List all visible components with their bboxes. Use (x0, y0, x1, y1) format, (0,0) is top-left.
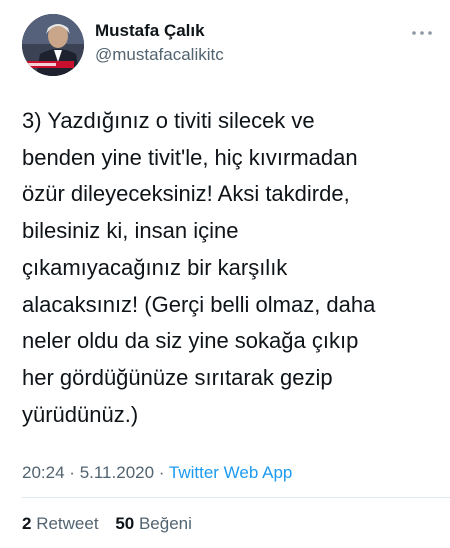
likes-count: 50 (115, 514, 135, 533)
tweet-stats: 2 Retweet 50 Beğeni (22, 513, 204, 535)
display-name[interactable]: Mustafa Çalık (95, 20, 224, 42)
tweet-text-line: 3) Yazdığınız o tiviti silecek ve (22, 108, 315, 133)
user-info: Mustafa Çalık @mustafacalikitc (95, 20, 224, 66)
meta-separator: · (158, 463, 165, 482)
retweets-label: Retweet (36, 514, 99, 533)
more-options-button[interactable] (410, 26, 434, 38)
profile-photo-icon (22, 14, 84, 76)
tweet-date[interactable]: 5.11.2020 (80, 463, 154, 482)
tweet-text: 3) Yazdığınız o tiviti silecek ve benden… (22, 103, 432, 433)
tweet-meta: 20:24 · 5.11.2020 · Twitter Web App (22, 462, 292, 484)
retweets-stat[interactable]: 2 Retweet (22, 514, 99, 533)
tweet-text-line: neler oldu da siz yine sokağa çıkıp (22, 328, 359, 354)
avatar[interactable] (22, 14, 84, 76)
tweet-text-line: benden yine tivit'le, hiç kıvırmadan (22, 144, 358, 170)
tweet-text-line: bilesiniz ki, insan içine (22, 218, 239, 244)
divider (22, 497, 450, 498)
tweet-source-link[interactable]: Twitter Web App (169, 463, 292, 482)
tweet-time[interactable]: 20:24 (22, 463, 65, 482)
tweet-text-line: alacaksınız! (Gerçi belli olmaz, daha (22, 291, 376, 317)
user-handle[interactable]: @mustafacalikitc (95, 44, 224, 66)
tweet-card: Mustafa Çalık @mustafacalikitc 3) Yazdığ… (0, 0, 450, 548)
tweet-header: Mustafa Çalık @mustafacalikitc (22, 14, 442, 78)
tweet-text-line: her gördüğünüze sırıtarak gezip (22, 364, 333, 390)
ellipsis-icon (412, 31, 432, 35)
tweet-text-line: yürüdünüz.) (22, 401, 139, 427)
likes-stat[interactable]: 50 Beğeni (115, 514, 192, 533)
tweet-text-line: çıkamıyacağınız bir karşılık (22, 254, 288, 280)
meta-separator: · (69, 463, 75, 482)
tweet-text-line: özür dileyeceksiniz! Aksi takdirde, (22, 181, 350, 207)
likes-label: Beğeni (138, 514, 192, 533)
retweets-count: 2 (22, 514, 32, 533)
